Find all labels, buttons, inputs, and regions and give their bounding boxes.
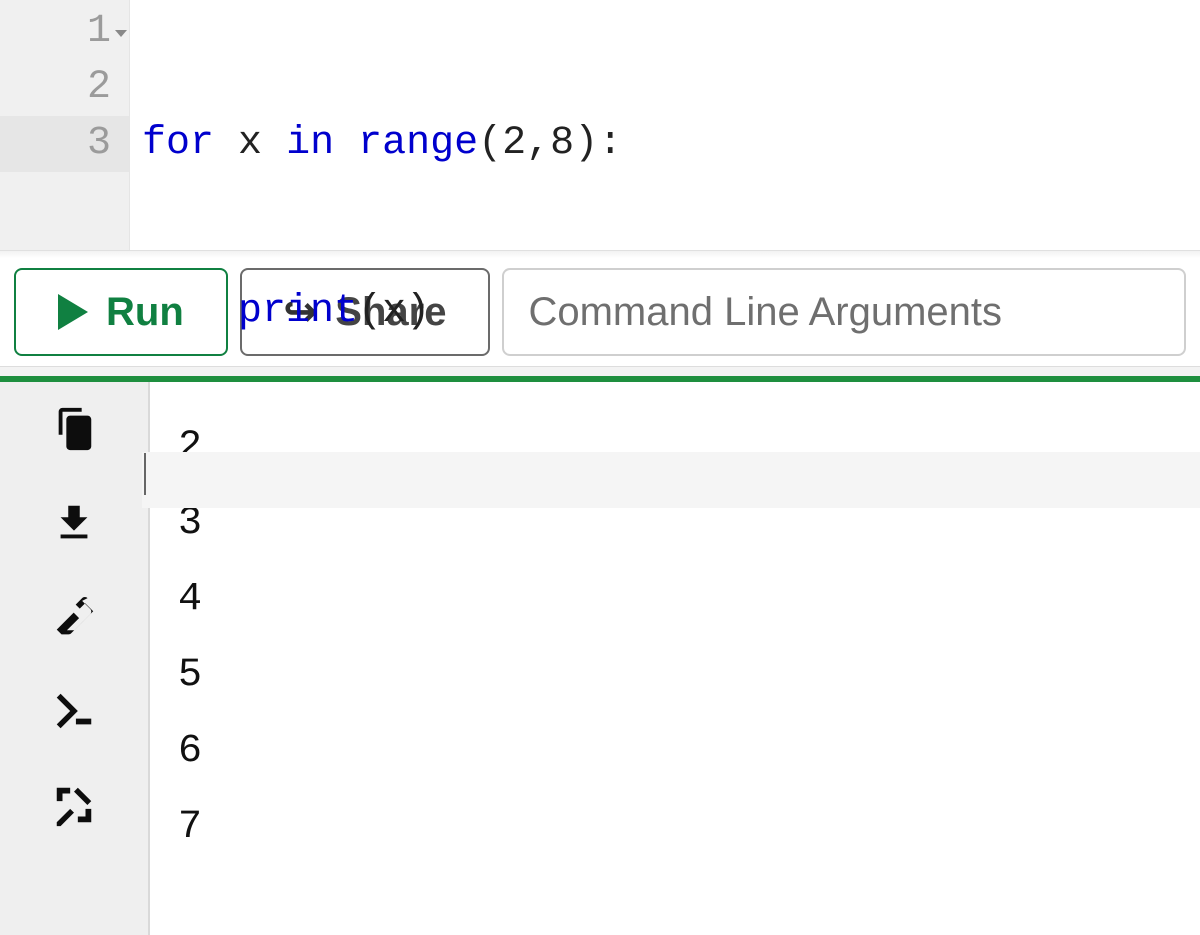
- code-area[interactable]: for x in range(2,8): print(x): [130, 0, 1200, 250]
- download-icon[interactable]: [51, 500, 97, 546]
- keyword-for: for: [142, 121, 214, 166]
- fullscreen-icon[interactable]: [51, 782, 97, 828]
- number-literal: 2: [502, 121, 526, 166]
- output-tool-strip: [0, 382, 150, 935]
- variable-x: x: [382, 289, 406, 334]
- function-range: range: [358, 121, 478, 166]
- terminal-icon[interactable]: [51, 688, 97, 734]
- output-line: 6: [178, 714, 1172, 790]
- function-print: print: [238, 289, 358, 334]
- gutter-line: 1: [0, 4, 129, 60]
- gutter-line: 2: [0, 60, 129, 116]
- line-gutter: 1 2 3: [0, 0, 130, 250]
- code-editor[interactable]: 1 2 3 for x in range(2,8): print(x): [0, 0, 1200, 250]
- variable-x: x: [238, 121, 262, 166]
- code-line[interactable]: [142, 452, 1200, 508]
- gutter-line: 3: [0, 116, 129, 172]
- number-literal: 8: [550, 121, 574, 166]
- output-line: 7: [178, 790, 1172, 866]
- copy-icon[interactable]: [51, 406, 97, 452]
- code-line[interactable]: for x in range(2,8):: [142, 116, 1200, 172]
- text-cursor: [144, 453, 146, 495]
- eraser-icon[interactable]: [51, 594, 97, 640]
- output-line: 5: [178, 638, 1172, 714]
- play-icon: [58, 294, 88, 330]
- keyword-in: in: [286, 121, 334, 166]
- code-line[interactable]: print(x): [142, 284, 1200, 340]
